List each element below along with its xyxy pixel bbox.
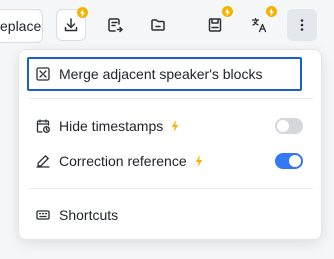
hide-timestamps-label-wrap: Hide timestamps xyxy=(59,118,179,135)
premium-bolt-icon xyxy=(195,154,203,170)
merge-speakers-label: Merge adjacent speaker's blocks xyxy=(59,66,263,82)
replace-button[interactable]: eplace xyxy=(0,9,43,43)
translate-button[interactable] xyxy=(244,6,277,41)
more-button[interactable] xyxy=(287,9,317,41)
keyboard-icon xyxy=(36,208,50,222)
shortcuts-item[interactable]: Shortcuts xyxy=(19,198,321,232)
premium-badge xyxy=(77,7,88,18)
export-icon xyxy=(107,17,123,33)
toggle-knob xyxy=(277,120,289,132)
save-icon xyxy=(207,17,223,33)
translate-icon xyxy=(251,17,267,33)
shortcuts-label: Shortcuts xyxy=(59,207,119,223)
premium-badge xyxy=(266,6,277,17)
more-vertical-icon xyxy=(294,17,310,33)
hide-timestamps-toggle[interactable] xyxy=(275,118,303,134)
hide-timestamps-label: Hide timestamps xyxy=(59,117,164,134)
more-menu: Merge adjacent speaker's blocks Hide tim… xyxy=(18,49,322,240)
save-button[interactable] xyxy=(200,6,233,41)
merge-speakers-item[interactable]: Merge adjacent speaker's blocks xyxy=(27,57,302,91)
calendar-clock-icon xyxy=(36,119,50,133)
merge-icon xyxy=(36,67,50,81)
pen-icon xyxy=(36,154,50,168)
menu-divider xyxy=(29,98,313,99)
folder-button[interactable] xyxy=(143,9,173,41)
correction-reference-item[interactable]: Correction reference xyxy=(19,144,321,178)
toolbar: eplace xyxy=(0,0,334,48)
menu-divider xyxy=(29,188,313,189)
download-button[interactable] xyxy=(56,7,88,41)
correction-reference-toggle[interactable] xyxy=(275,153,303,169)
folder-icon xyxy=(150,17,166,33)
download-icon xyxy=(63,17,79,33)
export-button[interactable] xyxy=(100,9,130,41)
toggle-knob xyxy=(289,155,301,167)
correction-reference-label-wrap: Correction reference xyxy=(59,153,203,170)
hide-timestamps-item[interactable]: Hide timestamps xyxy=(19,109,321,143)
replace-label: eplace xyxy=(0,18,42,34)
correction-reference-label: Correction reference xyxy=(59,152,187,169)
premium-bolt-icon xyxy=(171,119,179,135)
premium-badge xyxy=(222,6,233,17)
